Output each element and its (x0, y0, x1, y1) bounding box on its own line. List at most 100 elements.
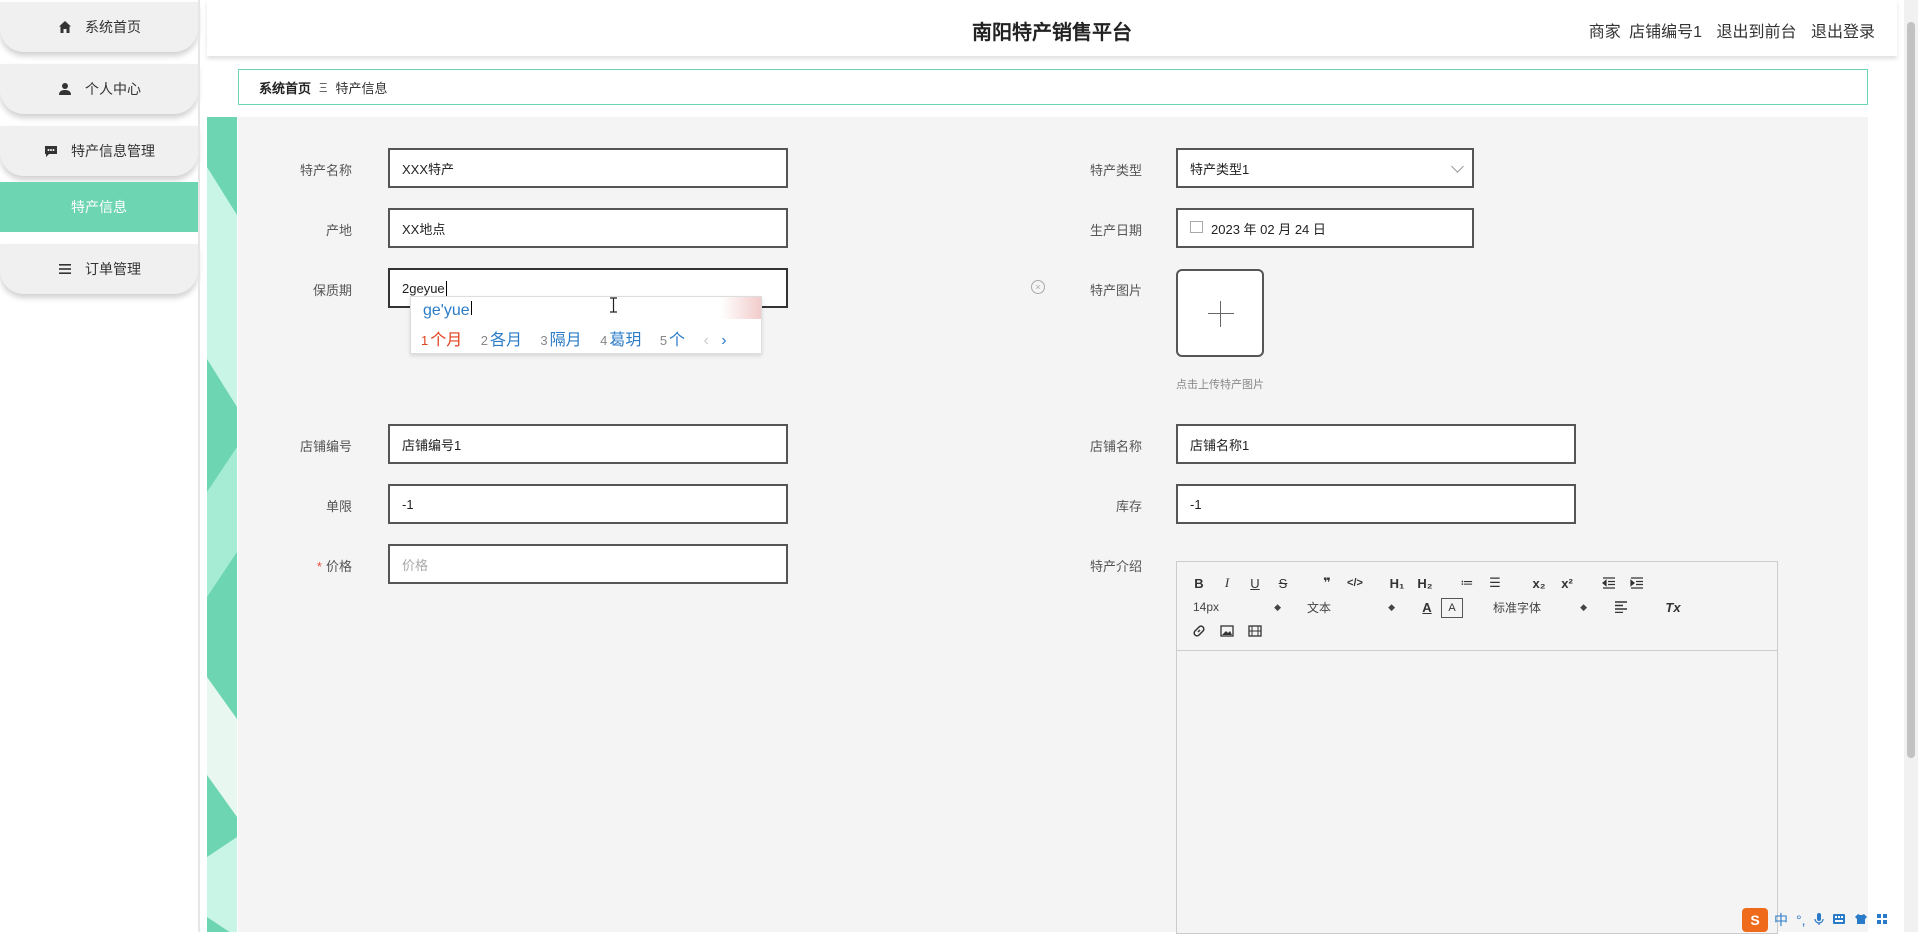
bold-button[interactable]: B (1189, 574, 1209, 592)
background-color-button[interactable]: A (1441, 598, 1463, 618)
ordered-list-button[interactable]: ≔ (1457, 574, 1477, 592)
ime-candidate-popup: ge'yue 1 个月 2 各月 3 隔月 4 葛玥 5个 ‹ › (410, 296, 762, 354)
shop-no-input-value: 店铺编号1 (402, 437, 462, 453)
stock-label: 库存 (1115, 499, 1142, 514)
bullet-list-button[interactable]: ☰ (1485, 574, 1505, 592)
align-icon[interactable] (1611, 598, 1631, 616)
user-role: 商家 (1588, 24, 1621, 41)
keyboard-icon[interactable] (1832, 912, 1846, 928)
outdent-icon[interactable] (1599, 574, 1619, 592)
breadcrumb-separator: Ξ (319, 79, 328, 95)
shop-name-input[interactable]: 店铺名称1 (1176, 424, 1576, 464)
sidebar-item-product-mgmt[interactable]: 特产信息管理 (0, 126, 198, 176)
indent-icon[interactable] (1627, 574, 1647, 592)
origin-label: 产地 (325, 223, 352, 238)
ime-mode[interactable]: 中 (1774, 910, 1788, 930)
chat-icon (43, 143, 59, 159)
price-input-placeholder: 价格 (402, 557, 429, 573)
shelf-life-label: 保质期 (312, 283, 352, 298)
ime-candidate[interactable]: 3 隔月 (540, 332, 581, 349)
sidebar-item-home[interactable]: 系统首页 (0, 2, 198, 52)
name-label: 特产名称 (299, 163, 352, 178)
stock-input[interactable]: -1 (1176, 484, 1576, 524)
date-picker-value: 2023 年 02 月 24 日 (1211, 221, 1326, 237)
stock-input-value: -1 (1190, 496, 1202, 512)
ime-candidates: 1 个月 2 各月 3 隔月 4 葛玥 5个 ‹ › (421, 326, 735, 350)
price-label: * 价格 (316, 559, 352, 574)
text-caret (445, 280, 447, 296)
logout-link[interactable]: 退出登录 (1811, 24, 1875, 41)
ime-candidate[interactable]: 5个 (660, 332, 685, 349)
type-select-value: 特产类型1 (1190, 161, 1250, 177)
subscript-button[interactable]: x₂ (1529, 574, 1549, 592)
header-format-select[interactable]: 文本 ◆ (1307, 598, 1395, 616)
sidebar-item-label: 个人中心 (85, 81, 141, 97)
video-icon[interactable] (1245, 622, 1265, 640)
h2-button[interactable]: H₂ (1415, 574, 1435, 592)
name-input[interactable]: XXX特产 (388, 148, 788, 188)
microphone-icon[interactable] (1813, 912, 1824, 929)
page-scrollbar[interactable] (1904, 0, 1918, 932)
quote-button[interactable]: ❞ (1317, 574, 1337, 592)
user-icon (57, 81, 73, 97)
user-area: 商家 店铺编号1 退出到前台 退出登录 (1579, 18, 1875, 42)
shelf-life-input-value: 2geyue (402, 280, 445, 296)
sidebar-item-label: 特产信息 (71, 199, 127, 215)
underline-button[interactable]: U (1245, 574, 1265, 592)
shop-no-input[interactable]: 店铺编号1 (388, 424, 788, 464)
date-picker[interactable]: 2023 年 02 月 24 日 (1176, 208, 1474, 248)
sidebar-item-label: 订单管理 (85, 261, 141, 277)
scrollbar-thumb[interactable] (1907, 22, 1915, 758)
strike-button[interactable]: S (1273, 574, 1293, 592)
ime-candidate[interactable]: 4 葛玥 (600, 332, 641, 349)
decorative-strip (207, 117, 237, 932)
image-upload-button[interactable] (1176, 269, 1264, 357)
code-button[interactable]: </> (1345, 574, 1365, 592)
sidebar-item-profile[interactable]: 个人中心 (0, 64, 198, 114)
breadcrumb: 系统首页 Ξ 特产信息 (238, 69, 1868, 105)
plus-icon (1208, 313, 1234, 314)
home-icon (57, 19, 73, 35)
limit-input[interactable]: -1 (388, 484, 788, 524)
toolbox-icon[interactable] (1876, 912, 1888, 928)
font-size-select[interactable]: 14px ◆ (1193, 598, 1281, 616)
skin-icon[interactable] (1854, 912, 1868, 928)
shop-name-label: 店铺名称 (1089, 439, 1142, 454)
font-family-select[interactable]: 标准字体 ◆ (1493, 598, 1587, 616)
ime-status-bar: S 中 °, (1742, 908, 1918, 932)
text-cursor-icon (610, 297, 617, 313)
ime-candidate[interactable]: 2 各月 (481, 332, 522, 349)
image-icon[interactable] (1217, 622, 1237, 640)
ime-candidate[interactable]: 1 个月 (421, 332, 462, 349)
chevron-down-icon (1451, 160, 1464, 173)
sidebar-item-label: 系统首页 (85, 19, 141, 35)
ime-logo-icon[interactable]: S (1742, 908, 1768, 932)
image-label: 特产图片 (1089, 283, 1142, 298)
price-input[interactable]: 价格 (388, 544, 788, 584)
clean-format-button[interactable]: Tx (1663, 598, 1683, 616)
ime-next-page-icon[interactable]: › (721, 332, 726, 349)
link-icon[interactable] (1189, 622, 1209, 640)
shop-name-input-value: 店铺名称1 (1190, 437, 1250, 453)
required-mark: * (316, 559, 322, 574)
ime-prev-page-icon[interactable]: ‹ (704, 332, 709, 349)
breadcrumb-home[interactable]: 系统首页 (259, 78, 311, 97)
name-input-value: XXX特产 (402, 161, 455, 177)
origin-input-value: XX地点 (402, 221, 446, 237)
breadcrumb-current: 特产信息 (335, 80, 388, 96)
upload-tip: 点击上传特产图片 (1176, 379, 1264, 391)
italic-button[interactable]: I (1217, 574, 1237, 592)
rich-text-editor: B I U S ❞ </> H₁ H₂ ≔ ☰ x₂ x² 14px ◆ 文本 ◆ … (1176, 561, 1778, 934)
sidebar-item-orders[interactable]: 订单管理 (0, 244, 198, 294)
origin-input[interactable]: XX地点 (388, 208, 788, 248)
calendar-icon (1190, 221, 1203, 233)
ime-punct[interactable]: °, (1796, 912, 1806, 928)
sidebar-item-product-info[interactable]: 特产信息 (0, 182, 198, 232)
date-label: 生产日期 (1089, 223, 1142, 238)
type-label: 特产类型 (1089, 163, 1142, 178)
h1-button[interactable]: H₁ (1387, 574, 1407, 592)
type-select[interactable]: 特产类型1 (1176, 148, 1474, 188)
font-color-button[interactable]: A (1417, 598, 1437, 616)
superscript-button[interactable]: x² (1557, 574, 1577, 592)
to-frontend-link[interactable]: 退出到前台 (1717, 24, 1797, 41)
